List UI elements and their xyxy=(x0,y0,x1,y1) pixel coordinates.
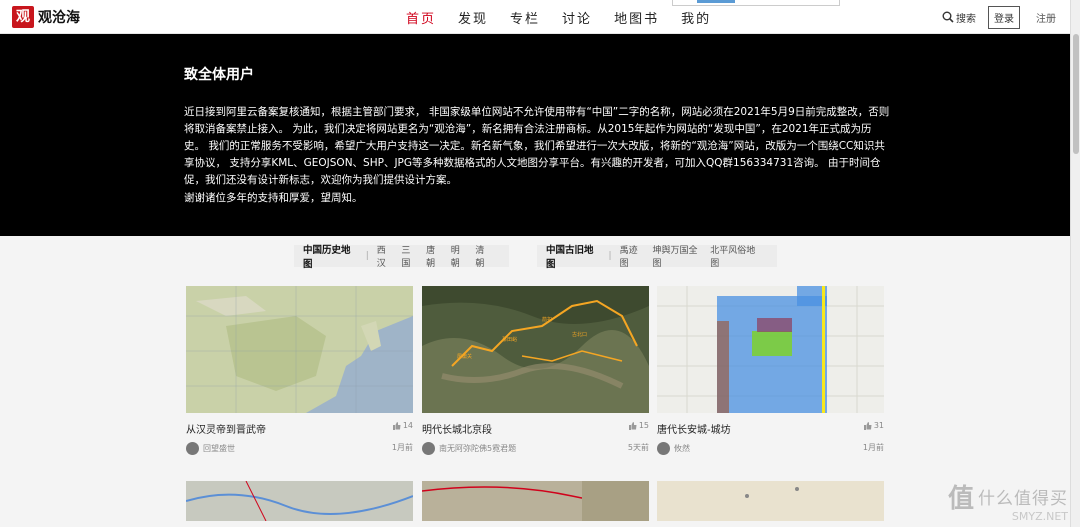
search-button[interactable]: 搜索 xyxy=(942,10,976,25)
filter-item[interactable]: 西汉 xyxy=(377,243,394,269)
like-count-value: 14 xyxy=(402,421,413,430)
map-thumbnail[interactable]: 慕田峪 箭扣居庸关 古北口 xyxy=(422,286,649,413)
watermark-text: 什么值得买 xyxy=(978,489,1068,509)
card-title[interactable]: 唐代长安城-城坊 xyxy=(657,421,884,436)
register-link[interactable]: 注册 xyxy=(1036,10,1056,25)
nav-discover[interactable]: 发现 xyxy=(458,8,488,27)
author-name: 回望盛世 xyxy=(203,444,235,453)
author-name: 南无阿弥陀佛5霓君题 xyxy=(439,444,517,453)
nav-home[interactable]: 首页 xyxy=(406,8,436,27)
card-author[interactable]: 回望盛世 xyxy=(186,442,413,455)
thumbs-up-icon xyxy=(628,421,637,430)
svg-text:慕田峪: 慕田峪 xyxy=(502,336,517,343)
site-logo[interactable]: 观 观沧海 xyxy=(12,6,80,28)
avatar xyxy=(186,442,199,455)
like-count[interactable]: 14 xyxy=(392,421,413,430)
avatar xyxy=(657,442,670,455)
watermark-logo-icon: 值 xyxy=(947,484,974,514)
logo-mark-icon: 观 xyxy=(12,6,34,28)
search-label: 搜索 xyxy=(956,13,976,25)
history-map-filter: 中国历史地图 | 西汉 三国 唐朝 明朝 清朝 xyxy=(294,242,509,270)
popup-highlight xyxy=(697,0,735,3)
notice-body: 近日接到阿里云备案复核通知，根据主管部门要求， 非国家级单位网站不允许使用带有“… xyxy=(184,106,890,186)
like-count-value: 31 xyxy=(873,421,884,430)
card-author[interactable]: 攸然 xyxy=(657,442,884,455)
watermark-sub: SMYZ.NET xyxy=(1011,510,1068,523)
page-scrollbar[interactable] xyxy=(1070,0,1080,527)
like-count[interactable]: 15 xyxy=(628,421,649,430)
filter-separator: | xyxy=(608,251,612,261)
notice-closing: 谢谢诸位多年的支持和厚爱，望周知。 xyxy=(184,192,363,204)
map-card[interactable]: 唐代长安城-城坊 31 攸然 1月前 xyxy=(657,286,884,455)
filter-title[interactable]: 中国历史地图 xyxy=(303,242,356,270)
like-count[interactable]: 31 xyxy=(863,421,884,430)
like-count-value: 15 xyxy=(638,421,649,430)
filter-title[interactable]: 中国古旧地图 xyxy=(546,242,599,270)
map-card[interactable]: 从汉灵帝到晋武帝 14 回望盛世 1月前 xyxy=(186,286,413,455)
ancient-map-filter: 中国古旧地图 | 禹迹图 坤舆万国全图 北平风俗地图 xyxy=(537,242,777,270)
filter-separator: | xyxy=(365,251,369,261)
filter-item[interactable]: 禹迹图 xyxy=(620,243,645,269)
nav-columns[interactable]: 专栏 xyxy=(510,8,540,27)
notice-title: 致全体用户 xyxy=(184,67,254,83)
svg-text:居庸关: 居庸关 xyxy=(457,353,472,360)
map-thumbnail[interactable] xyxy=(657,286,884,413)
filter-item[interactable]: 坤舆万国全图 xyxy=(652,243,702,269)
map-card[interactable]: 慕田峪 箭扣居庸关 古北口 明代长城北京段 15 南无阿弥陀佛5霓君题 5天前 xyxy=(422,286,649,455)
thumbs-up-icon xyxy=(863,421,872,430)
map-thumbnail[interactable] xyxy=(186,286,413,413)
map-thumbnail[interactable] xyxy=(186,481,413,521)
map-thumbnail[interactable] xyxy=(657,481,884,521)
filter-item[interactable]: 清朝 xyxy=(475,243,492,269)
card-time: 5天前 xyxy=(627,443,649,452)
card-author[interactable]: 南无阿弥陀佛5霓君题 xyxy=(422,442,649,455)
nav-map-books[interactable]: 地图书 xyxy=(614,8,659,27)
login-button[interactable]: 登录 xyxy=(988,5,1020,29)
scrollbar-thumb[interactable] xyxy=(1073,34,1079,154)
filter-item[interactable]: 三国 xyxy=(401,243,418,269)
nav-mine[interactable]: 我的 xyxy=(681,8,711,27)
dropdown-popup xyxy=(672,0,840,6)
filter-item[interactable]: 北平风俗地图 xyxy=(710,243,760,269)
filter-item[interactable]: 明朝 xyxy=(451,243,468,269)
author-name: 攸然 xyxy=(674,444,690,453)
card-time: 1月前 xyxy=(391,443,413,452)
svg-text:古北口: 古北口 xyxy=(572,331,587,338)
card-title[interactable]: 从汉灵帝到晋武帝 xyxy=(186,421,413,436)
logo-text: 观沧海 xyxy=(38,10,80,26)
thumbs-up-icon xyxy=(392,421,401,430)
nav-discussion[interactable]: 讨论 xyxy=(562,8,592,27)
filter-item[interactable]: 唐朝 xyxy=(426,243,443,269)
top-nav-bar: 观 观沧海 首页 发现 专栏 讨论 地图书 我的 搜索 登录 注册 xyxy=(0,0,1070,34)
card-time: 1月前 xyxy=(862,443,884,452)
search-icon xyxy=(942,11,954,23)
svg-text:箭扣: 箭扣 xyxy=(542,316,552,323)
notice-banner: 致全体用户 近日接到阿里云备案复核通知，根据主管部门要求， 非国家级单位网站不允… xyxy=(0,34,1070,236)
card-title[interactable]: 明代长城北京段 xyxy=(422,421,649,436)
map-thumbnail[interactable] xyxy=(422,481,649,521)
avatar xyxy=(422,442,435,455)
